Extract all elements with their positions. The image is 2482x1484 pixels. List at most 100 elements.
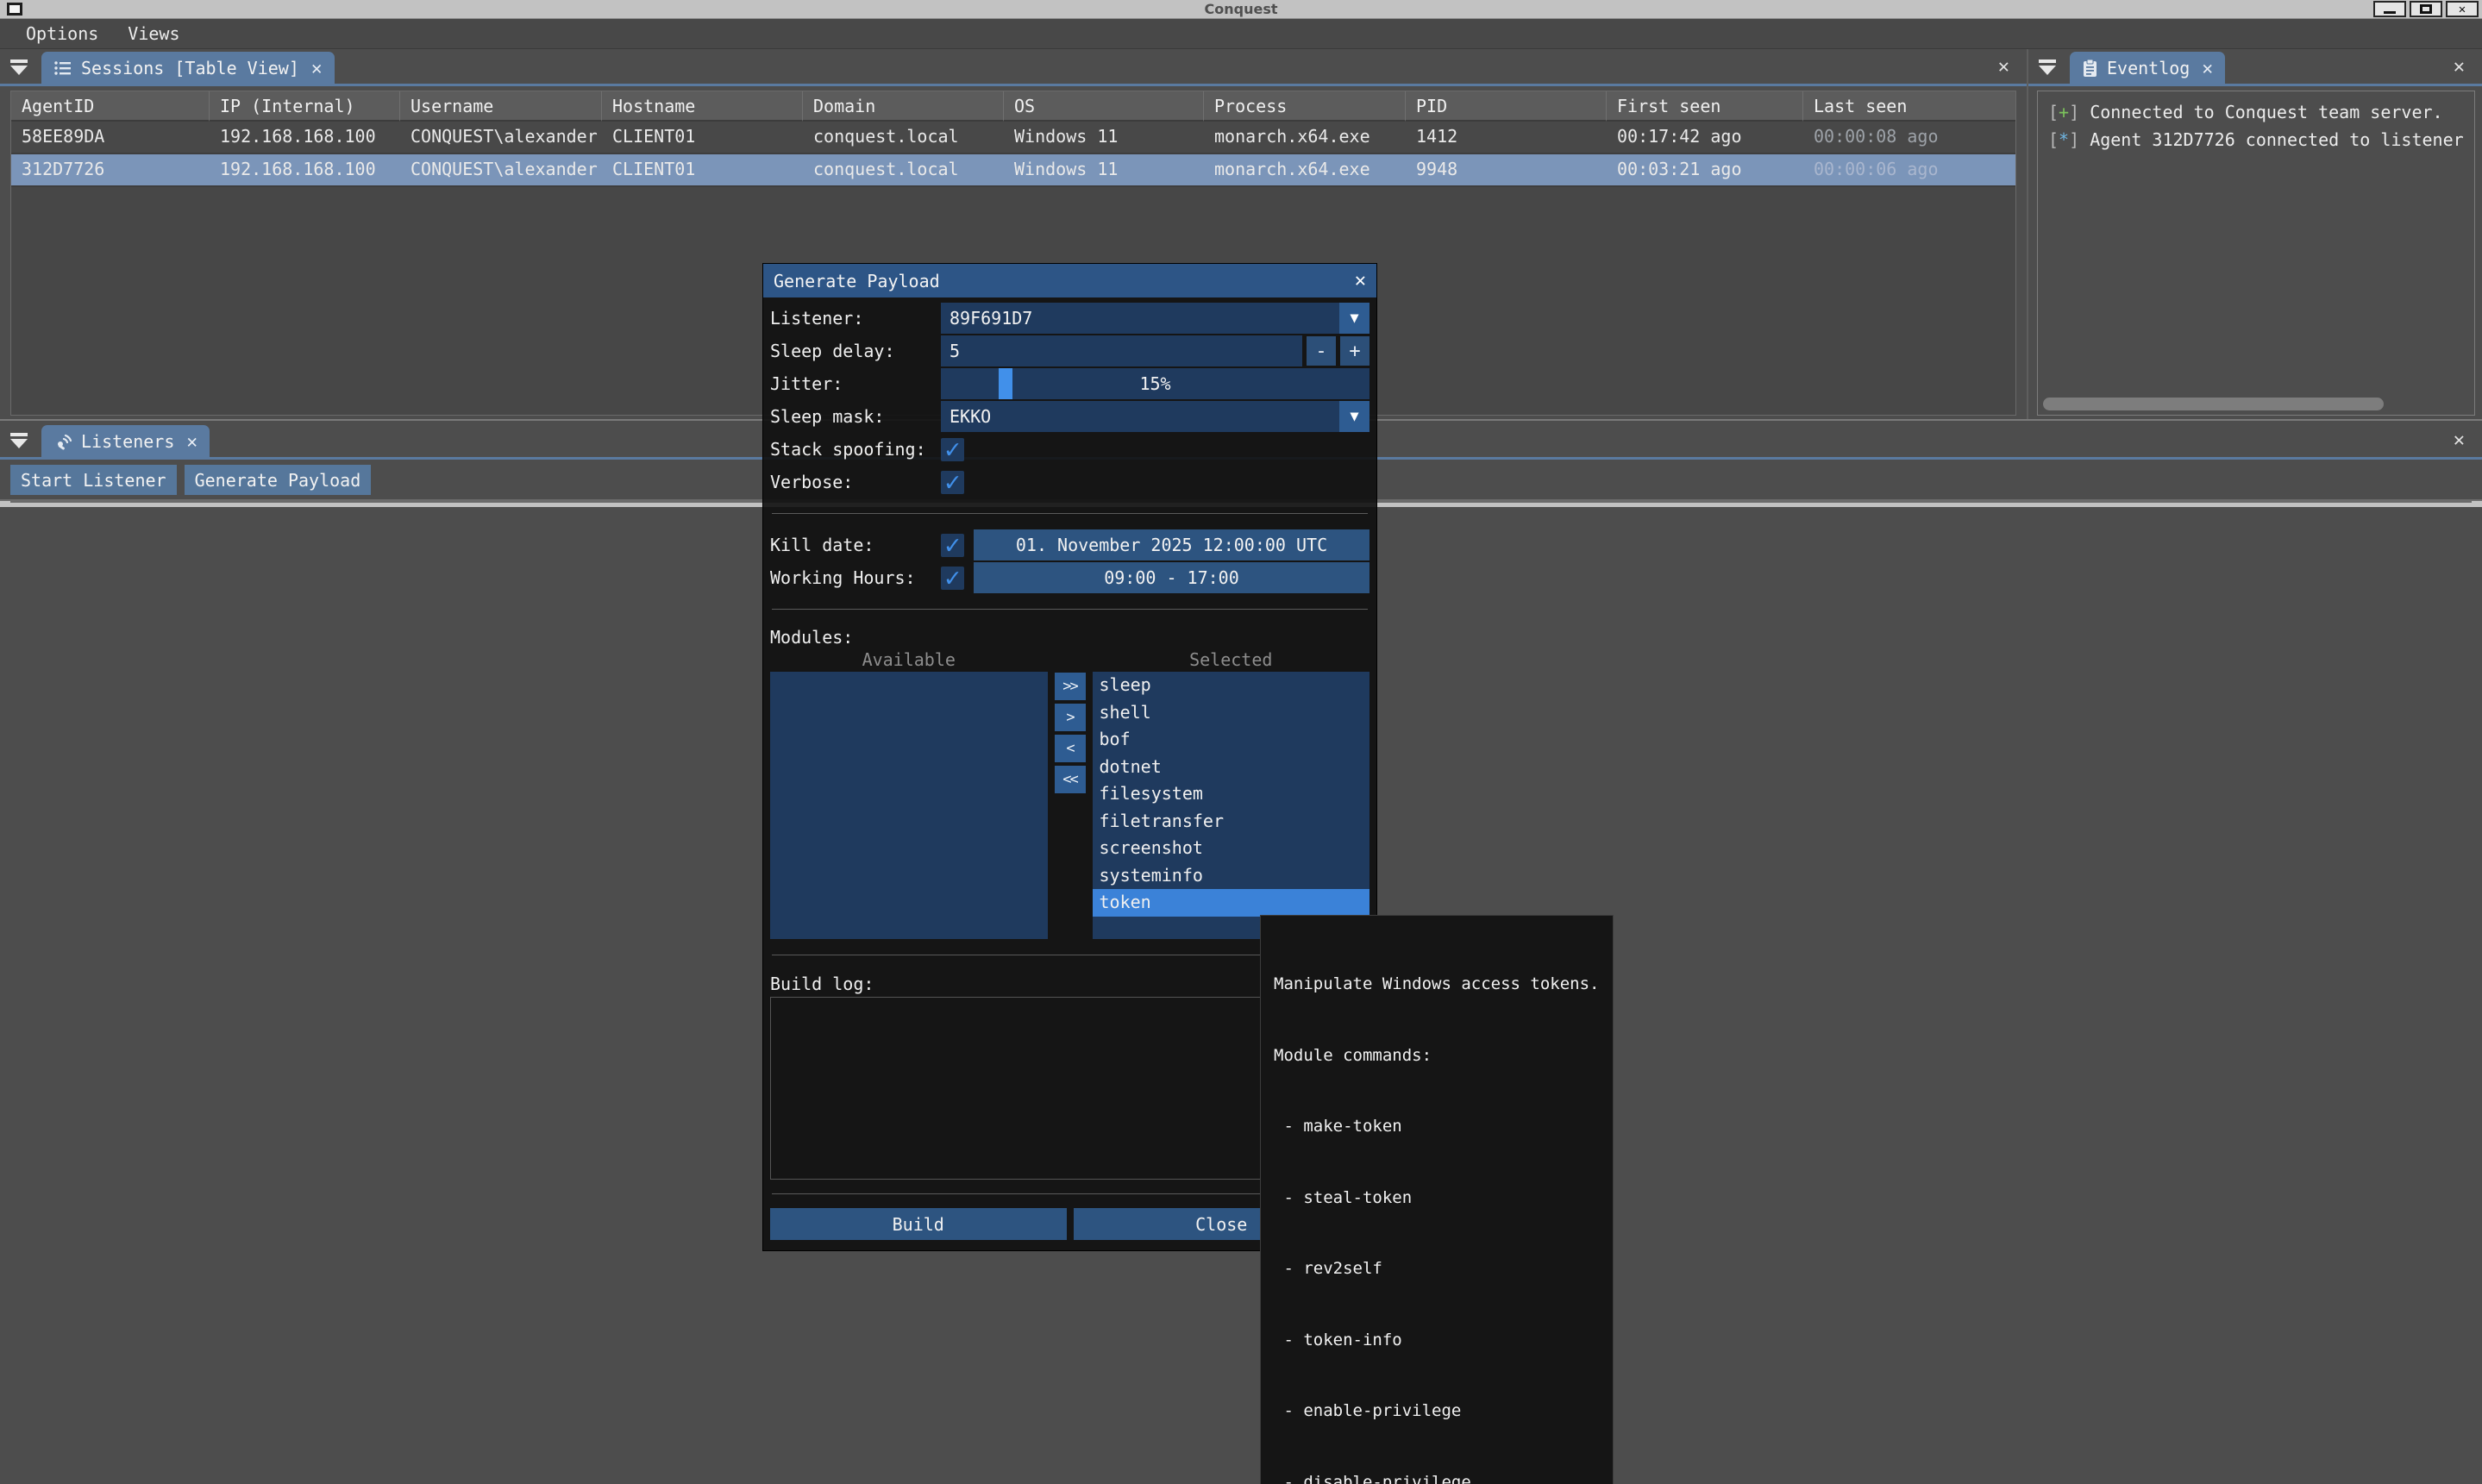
column-header[interactable]: Hostname [602, 91, 803, 122]
column-header[interactable]: Process [1204, 91, 1406, 122]
sleep-delay-input[interactable]: 5 [941, 335, 1302, 366]
tooltip-line: Module commands: [1274, 1044, 1600, 1068]
menu-views[interactable]: Views [128, 23, 179, 44]
working-hours-label: Working Hours: [770, 567, 941, 588]
sleep-delay-decrement-button[interactable]: - [1307, 336, 1336, 366]
chevron-down-icon[interactable]: ▼ [1339, 303, 1369, 334]
kill-date-input[interactable]: 01. November 2025 12:00:00 UTC [974, 529, 1369, 560]
tab-sessions[interactable]: Sessions [Table View] ✕ [41, 52, 335, 84]
move-all-right-button[interactable]: >> [1055, 673, 1086, 700]
column-header[interactable]: PID [1406, 91, 1607, 122]
listener-value: 89F691D7 [950, 308, 1032, 329]
module-option-selected[interactable]: token [1093, 889, 1370, 917]
chevron-down-icon[interactable]: ▼ [1339, 401, 1369, 432]
panel-collapse-icon[interactable] [9, 431, 29, 449]
column-header[interactable]: OS [1004, 91, 1204, 122]
sleep-delay-increment-button[interactable]: + [1340, 336, 1369, 366]
selected-modules-list[interactable]: sleep shell bof dotnet filesystem filetr… [1093, 672, 1370, 939]
session-row[interactable]: 58EE89DA 192.168.168.100 CONQUEST\alexan… [11, 122, 2015, 154]
panel-collapse-icon[interactable] [2037, 58, 2058, 76]
jitter-slider[interactable]: 15% [941, 368, 1369, 399]
cell-os: Windows 11 [1004, 154, 1204, 185]
slider-handle[interactable] [999, 368, 1012, 399]
cell-first-seen: 00:03:21 ago [1607, 154, 1803, 185]
separator [772, 609, 1368, 610]
dialog-close-icon[interactable]: ✕ [1355, 270, 1366, 291]
column-header[interactable]: Last seen [1803, 91, 2015, 122]
kill-date-value: 01. November 2025 12:00:00 UTC [1016, 535, 1327, 555]
titlebar: Conquest ✕ [0, 0, 2482, 19]
eventlog-panel-close-icon[interactable]: ✕ [2454, 56, 2465, 78]
menubar: Options Views [0, 19, 2482, 49]
module-option[interactable]: dotnet [1093, 754, 1370, 781]
column-header[interactable]: IP (Internal) [210, 91, 400, 122]
module-option[interactable]: bof [1093, 726, 1370, 754]
tab-listeners-close-icon[interactable]: ✕ [186, 431, 197, 452]
available-modules-list[interactable] [770, 672, 1048, 939]
tooltip-line: - enable-privilege [1274, 1399, 1600, 1424]
move-all-left-button[interactable]: << [1055, 766, 1086, 793]
sessions-panel-close-icon[interactable]: ✕ [1998, 56, 2009, 78]
cell-last-seen: 00:00:06 ago [1803, 154, 2015, 185]
cell-hostname: CLIENT01 [602, 154, 803, 185]
column-header[interactable]: First seen [1607, 91, 1803, 122]
tab-eventlog-close-icon[interactable]: ✕ [2202, 58, 2213, 78]
stack-spoofing-row: Stack spoofing: ✓ [770, 434, 1369, 465]
listener-row-field: Listener: 89F691D7 ▼ [770, 303, 1369, 334]
module-option[interactable]: shell [1093, 699, 1370, 727]
cell-process: monarch.x64.exe [1204, 122, 1406, 153]
cell-domain: conquest.local [803, 154, 1004, 185]
stack-spoofing-checkbox[interactable]: ✓ [941, 438, 964, 461]
start-listener-button[interactable]: Start Listener [10, 465, 177, 495]
listener-combobox[interactable]: 89F691D7 ▼ [941, 303, 1369, 334]
menu-options[interactable]: Options [26, 23, 98, 44]
selected-header: Selected [1093, 649, 1370, 672]
sleep-mask-label: Sleep mask: [770, 406, 941, 427]
tab-eventlog[interactable]: Eventlog ✕ [2070, 52, 2225, 84]
column-header[interactable]: AgentID [11, 91, 210, 122]
close-window-button[interactable]: ✕ [2446, 1, 2479, 17]
minimize-icon [2384, 11, 2396, 14]
verbose-checkbox[interactable]: ✓ [941, 471, 964, 494]
module-option[interactable]: systeminfo [1093, 862, 1370, 890]
panel-collapse-icon[interactable] [9, 58, 29, 76]
column-header[interactable]: Callback Hosts [1481, 502, 1972, 503]
eventlog-panel-header: Eventlog ✕ ✕ [2028, 49, 2482, 84]
tab-sessions-close-icon[interactable]: ✕ [311, 58, 323, 78]
modules-label: Modules: [770, 625, 1369, 649]
module-option[interactable]: filetransfer [1093, 808, 1370, 836]
verbose-label: Verbose: [770, 472, 941, 492]
generate-payload-button[interactable]: Generate Payload [185, 465, 372, 495]
move-left-button[interactable]: < [1055, 735, 1086, 762]
tooltip-line: - disable-privilege [1274, 1471, 1600, 1484]
maximize-button[interactable] [2410, 1, 2442, 17]
session-row-selected[interactable]: 312D7726 192.168.168.100 CONQUEST\alexan… [11, 154, 2015, 187]
minimize-button[interactable] [2373, 1, 2406, 17]
module-option[interactable]: screenshot [1093, 835, 1370, 862]
sleep-mask-combobox[interactable]: EKKO ▼ [941, 401, 1369, 432]
kill-date-checkbox[interactable]: ✓ [941, 534, 964, 557]
working-hours-checkbox[interactable]: ✓ [941, 567, 964, 590]
horizontal-scrollbar[interactable] [2043, 398, 2384, 410]
build-button[interactable]: Build [770, 1208, 1067, 1240]
column-header[interactable]: Domain [803, 91, 1004, 122]
column-header[interactable]: Username [400, 91, 602, 122]
tab-eventlog-label: Eventlog [2107, 58, 2190, 78]
listeners-panel-close-icon[interactable]: ✕ [2454, 429, 2465, 451]
check-icon: ✓ [944, 534, 960, 557]
eventlog-line: [*] Agent 312D7726 connected to listener [2048, 126, 2464, 153]
check-icon: ✓ [944, 471, 960, 494]
working-hours-value: 09:00 - 17:00 [1104, 567, 1239, 588]
separator [772, 513, 1368, 514]
module-option[interactable]: filesystem [1093, 780, 1370, 808]
stack-spoofing-label: Stack spoofing: [770, 439, 941, 460]
sleep-mask-value: EKKO [950, 406, 991, 427]
column-header[interactable]: ListenerID [11, 502, 504, 503]
tab-listeners[interactable]: Listeners ✕ [41, 425, 210, 457]
working-hours-input[interactable]: 09:00 - 17:00 [974, 562, 1369, 593]
move-right-button[interactable]: > [1055, 704, 1086, 731]
sleep-delay-label: Sleep delay: [770, 341, 941, 361]
check-icon: ✓ [944, 438, 960, 461]
column-header[interactable]: Protocol [1972, 502, 2471, 503]
module-option[interactable]: sleep [1093, 672, 1370, 699]
